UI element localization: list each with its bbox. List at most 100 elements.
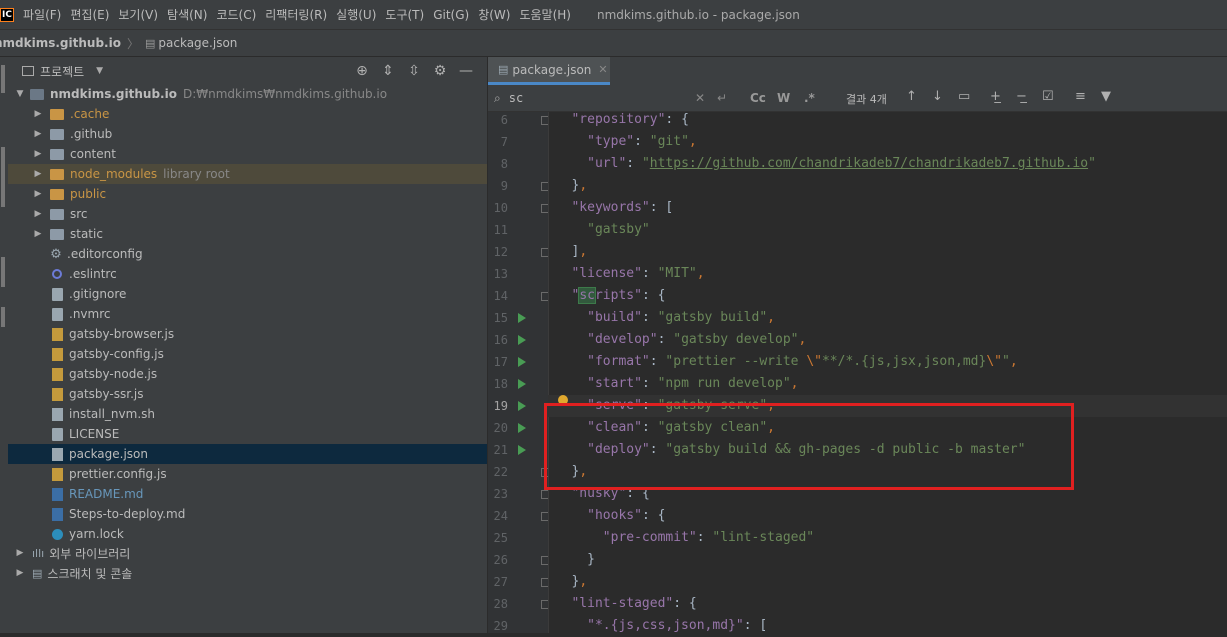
search-input[interactable]: sc [509, 91, 523, 105]
code-line[interactable]: ], [548, 241, 1227, 263]
commit-tool-button[interactable] [1, 147, 5, 207]
project-tool-button[interactable] [1, 65, 5, 93]
filter-settings-icon[interactable]: ≡ [1075, 89, 1086, 104]
tree-item-readme[interactable]: README.md [8, 484, 487, 504]
tree-item-gatsby-ssr[interactable]: gatsby-ssr.js [8, 384, 487, 404]
tree-item-gatsby-node[interactable]: gatsby-node.js [8, 364, 487, 384]
tree-item-external-libraries[interactable]: ▶ ıllı 외부 라이브러리 [8, 543, 487, 563]
menu-git[interactable]: Git(G) [433, 8, 469, 22]
chevron-right-icon[interactable]: ▶ [32, 169, 44, 179]
tree-item-editorconfig[interactable]: ⚙ .editorconfig [8, 244, 487, 264]
breadcrumb-project[interactable]: nmdkims.github.io [0, 36, 121, 50]
tree-item-gitignore[interactable]: .gitignore [8, 284, 487, 304]
tree-item-cache[interactable]: ▶ .cache [8, 104, 487, 124]
tree-item-github[interactable]: ▶ .github [8, 124, 487, 144]
bookmarks-tool-button[interactable] [1, 307, 5, 327]
run-script-icon[interactable] [518, 335, 526, 345]
remove-occurrence-icon[interactable]: −̲ [1016, 89, 1027, 104]
menu-file[interactable]: 파일(F) [23, 6, 61, 23]
code-line[interactable]: "gatsby" [548, 219, 1227, 241]
run-script-icon[interactable] [518, 357, 526, 367]
chevron-down-icon[interactable]: ▼ [14, 89, 26, 99]
search-field[interactable]: ⌕ sc ✕ ↵ Cc W .* [488, 85, 828, 111]
run-script-icon[interactable] [518, 423, 526, 433]
clear-icon[interactable]: ✕ [695, 91, 705, 105]
tree-item-license[interactable]: LICENSE [8, 424, 487, 444]
tab-package-json[interactable]: ▤ package.json ✕ [488, 57, 610, 85]
menu-edit[interactable]: 편집(E) [70, 6, 109, 23]
select-all-occurrences-icon[interactable]: ▭ [958, 89, 970, 104]
menu-tools[interactable]: 도구(T) [385, 6, 424, 23]
code-line[interactable]: "keywords": [ [548, 197, 1227, 219]
search-icon[interactable]: ⌕ [494, 91, 501, 106]
filter-icon[interactable]: ▼ [1101, 89, 1111, 104]
tree-item-node-modules[interactable]: ▶ node_modules library root [8, 164, 487, 184]
gear-icon[interactable]: ⚙ [427, 63, 453, 79]
tree-item-steps-to-deploy[interactable]: Steps-to-deploy.md [8, 504, 487, 524]
menu-refactor[interactable]: 리팩터링(R) [265, 6, 327, 23]
match-case-toggle[interactable]: Cc [750, 91, 766, 105]
menu-view[interactable]: 보기(V) [118, 6, 158, 23]
tree-item-static[interactable]: ▶ static [8, 224, 487, 244]
chevron-right-icon[interactable]: ▶ [32, 209, 44, 219]
structure-tool-button[interactable] [1, 257, 5, 287]
locate-file-icon[interactable]: ⊕ [349, 63, 375, 79]
code-line[interactable]: "hooks": { [548, 505, 1227, 527]
tree-item-nvmrc[interactable]: .nvmrc [8, 304, 487, 324]
run-script-icon[interactable] [518, 401, 526, 411]
tree-item-content[interactable]: ▶ content [8, 144, 487, 164]
select-all-icon[interactable]: ☑ [1042, 89, 1054, 104]
tree-root[interactable]: ▼ nmdkims.github.io D:₩nmdkims₩nmdkims.g… [8, 84, 487, 104]
whole-words-toggle[interactable]: W [777, 91, 790, 105]
tree-item-public[interactable]: ▶ public [8, 184, 487, 204]
chevron-right-icon[interactable]: ▶ [32, 229, 44, 239]
run-script-icon[interactable] [518, 445, 526, 455]
tree-item-scratches[interactable]: ▶ ▤ 스크래치 및 콘솔 [8, 563, 487, 583]
chevron-right-icon[interactable]: ▶ [14, 548, 26, 558]
run-script-icon[interactable] [518, 313, 526, 323]
run-script-icon[interactable] [518, 379, 526, 389]
code-line[interactable]: }, [548, 175, 1227, 197]
code-line[interactable]: "url": "https://github.com/chandrikadeb7… [548, 153, 1227, 175]
hide-panel-icon[interactable]: — [453, 63, 479, 79]
previous-occurrence-icon[interactable]: ↑ [906, 89, 917, 104]
code-editor[interactable]: "repository": { "type": "git", "url": "h… [548, 112, 1227, 633]
tree-item-eslintrc[interactable]: .eslintrc [8, 264, 487, 284]
chevron-down-icon[interactable]: ▼ [96, 66, 103, 76]
code-line[interactable]: "scripts": { [548, 285, 1227, 307]
tree-item-gatsby-config[interactable]: gatsby-config.js [8, 344, 487, 364]
add-occurrence-icon[interactable]: +̲ [990, 89, 1001, 104]
tree-item-gatsby-browser[interactable]: gatsby-browser.js [8, 324, 487, 344]
menu-run[interactable]: 실행(U) [336, 6, 376, 23]
tree-item-install-nvm[interactable]: install_nvm.sh [8, 404, 487, 424]
collapse-all-icon[interactable]: ⇳ [401, 63, 427, 79]
regex-toggle[interactable]: .* [804, 91, 815, 105]
code-line[interactable]: } [548, 549, 1227, 571]
tree-item-yarn-lock[interactable]: yarn.lock [8, 524, 487, 544]
code-line[interactable]: }, [548, 571, 1227, 593]
code-line[interactable]: "develop": "gatsby develop", [548, 329, 1227, 351]
code-line[interactable]: "*.{js,css,json,md}": [ [548, 615, 1227, 633]
code-line[interactable]: "type": "git", [548, 131, 1227, 153]
menu-navigate[interactable]: 탐색(N) [167, 6, 207, 23]
menu-help[interactable]: 도움말(H) [519, 6, 571, 23]
code-line[interactable]: "start": "npm run develop", [548, 373, 1227, 395]
chevron-right-icon[interactable]: ▶ [32, 109, 44, 119]
code-line[interactable]: "license": "MIT", [548, 263, 1227, 285]
code-line[interactable]: "repository": { [548, 112, 1227, 131]
tree-item-src[interactable]: ▶ src [8, 204, 487, 224]
code-line[interactable]: "format": "prettier --write \"**/*.{js,j… [548, 351, 1227, 373]
new-line-icon[interactable]: ↵ [717, 91, 727, 105]
chevron-right-icon[interactable]: ▶ [32, 189, 44, 199]
chevron-right-icon[interactable]: ▶ [32, 149, 44, 159]
code-line[interactable]: "lint-staged": { [548, 593, 1227, 615]
code-line[interactable]: "pre-commit": "lint-staged" [548, 527, 1227, 549]
tree-item-prettier-config[interactable]: prettier.config.js [8, 464, 487, 484]
chevron-right-icon[interactable]: ▶ [14, 568, 26, 578]
chevron-right-icon[interactable]: ▶ [32, 129, 44, 139]
breadcrumb-file[interactable]: package.json [158, 36, 237, 50]
next-occurrence-icon[interactable]: ↓ [932, 89, 943, 104]
code-line[interactable]: "build": "gatsby build", [548, 307, 1227, 329]
project-panel-title[interactable]: 프로젝트 [40, 63, 84, 80]
menu-code[interactable]: 코드(C) [216, 6, 256, 23]
